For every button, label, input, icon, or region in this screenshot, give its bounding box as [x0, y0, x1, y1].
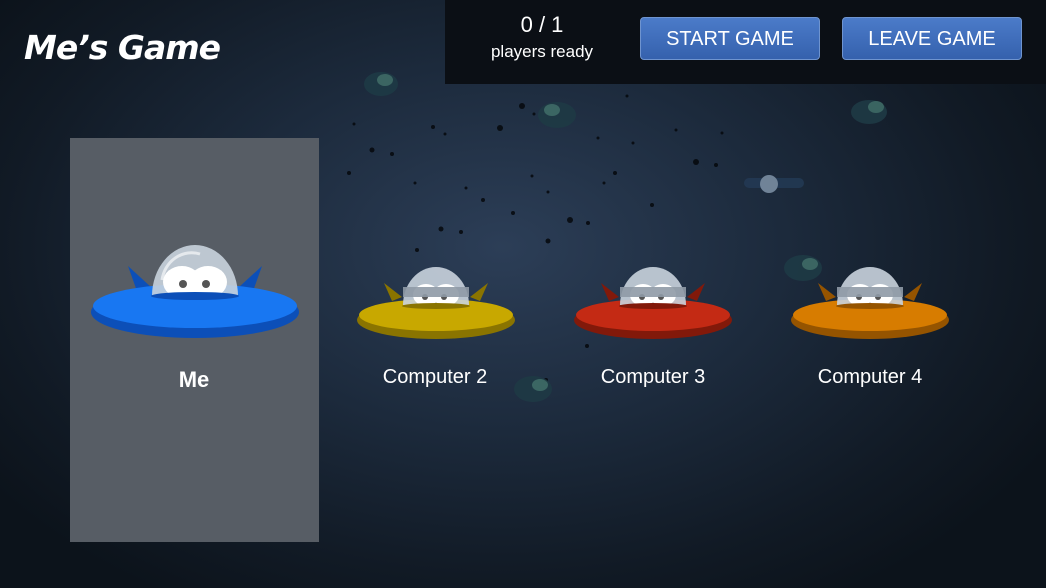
- player-name-computer-3: Computer 3: [600, 366, 706, 388]
- ufo-ship-computer-3: [574, 267, 732, 339]
- asteroid-icon: [538, 102, 576, 128]
- asteroid-icon: [851, 100, 887, 124]
- asteroid-icon: [364, 72, 398, 96]
- satellite-icon: [744, 175, 804, 193]
- player-name-computer-4: Computer 4: [817, 366, 923, 388]
- leave-game-button[interactable]: LEAVE GAME: [842, 17, 1022, 60]
- player-name-me: Me: [178, 367, 210, 392]
- ufo-ship-me: [91, 245, 299, 338]
- ufo-ship-computer-4: [791, 267, 949, 339]
- ready-count: 0 / 1: [520, 12, 564, 37]
- ufo-ship-computer-2: [357, 267, 515, 339]
- start-game-button[interactable]: START GAME: [640, 17, 820, 60]
- ready-label: players ready: [490, 42, 594, 61]
- top-panel: 0 / 1 players ready START GAME LEAVE GAM…: [445, 0, 1046, 84]
- game-title: Me’s Game: [24, 28, 221, 67]
- player-name-computer-2: Computer 2: [382, 366, 488, 388]
